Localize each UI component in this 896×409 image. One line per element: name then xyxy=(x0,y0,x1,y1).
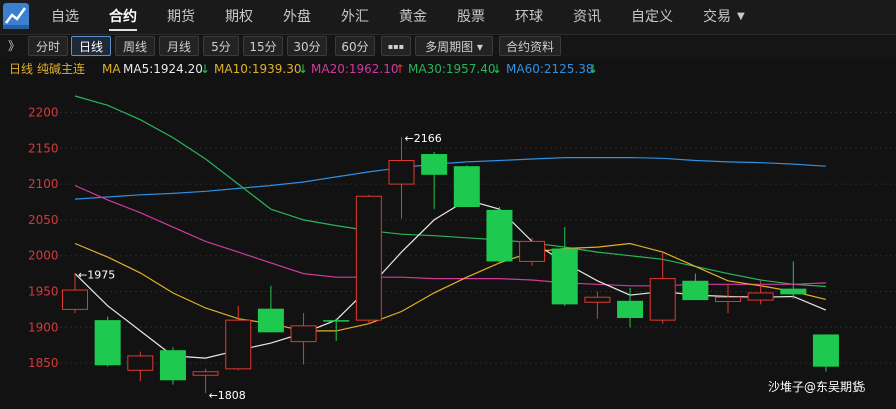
nav-item-gold[interactable]: 黄金 xyxy=(399,0,427,34)
15min-button[interactable]: 15分 xyxy=(243,36,283,56)
nav-item-global[interactable]: 环球 xyxy=(515,0,543,34)
nav-item-watchlist[interactable]: 自选 xyxy=(51,0,79,34)
candle-body-up xyxy=(388,159,415,185)
nav-item-stocks[interactable]: 股票 xyxy=(457,0,485,34)
period-toolbar: 》 分时 日线 周线 月线 5分 15分 30分 60分 ▪▪▪ 多周期图 ▾ … xyxy=(0,35,896,59)
nav-item-futures[interactable]: 期货 xyxy=(167,0,195,34)
intraday-button[interactable]: 分时 xyxy=(28,36,68,56)
candle-body-down xyxy=(159,350,186,381)
candlestick-chart[interactable]: 2200 2150 2100 2050 2000 1950 1900 1850 ←2166 ←18… xyxy=(0,80,896,409)
dropdown-arrow-icon: ▾ xyxy=(476,40,483,54)
candle-body-down xyxy=(453,166,480,208)
monthly-button[interactable]: 月线 xyxy=(159,36,199,56)
60min-button[interactable]: 60分 xyxy=(335,36,375,56)
30min-button[interactable]: 30分 xyxy=(287,36,327,56)
contract-name: 纯碱主连 xyxy=(37,62,86,76)
ma-legend: 日线 纯碱主连 MA MA5:1924.20 ↓ MA10:1939.30 ↓ … xyxy=(0,60,896,78)
ma60-value: MA60:2125.38 xyxy=(506,62,594,76)
watermark-tail: 15 xyxy=(852,382,866,395)
weekly-button[interactable]: 周线 xyxy=(115,36,155,56)
candle-body-down xyxy=(812,334,839,367)
candle-body-down xyxy=(94,320,121,366)
nav-item-custom[interactable]: 自定义 xyxy=(631,0,673,34)
y-tick-label: 2050 xyxy=(28,213,59,227)
5min-button[interactable]: 5分 xyxy=(203,36,239,56)
ma60-line xyxy=(74,156,826,200)
candle-body-up xyxy=(192,371,219,376)
contract-info-button[interactable]: 合约资料 xyxy=(499,36,561,56)
candle-body-up xyxy=(127,355,154,371)
high-annotation: ←2166 xyxy=(405,132,442,145)
candle-body-up xyxy=(225,319,252,370)
collapse-sidebar-icon[interactable]: 》 xyxy=(8,37,26,57)
daily-button[interactable]: 日线 xyxy=(71,36,111,56)
low-annotation: ←1808 xyxy=(209,389,246,402)
watermark-text: 沙堆子@东吴期货 xyxy=(768,380,865,394)
candle-body-down xyxy=(682,280,709,301)
candle-body-down xyxy=(486,209,513,262)
candle-body-down xyxy=(551,248,578,305)
candle-body-up xyxy=(747,292,774,301)
ma20-trend-icon: ↑ xyxy=(395,62,406,76)
multi-period-chart-button[interactable]: 多周期图 ▾ xyxy=(415,36,493,56)
ma10-trend-icon: ↓ xyxy=(298,62,309,76)
ma5-value: MA5:1924.20 xyxy=(123,62,203,76)
period-label: 日线 xyxy=(9,62,34,76)
chevron-down-icon[interactable]: ▼ xyxy=(737,0,745,34)
nav-item-news[interactable]: 资讯 xyxy=(573,0,601,34)
ma10-line xyxy=(74,242,827,332)
candle-body-up xyxy=(584,296,611,303)
ma30-trend-icon: ↓ xyxy=(492,62,503,76)
nav-item-trade[interactable]: 交易 xyxy=(703,0,731,34)
ma60-trend-icon: ↓ xyxy=(588,62,599,76)
candle-body-down xyxy=(323,320,350,322)
candle-body-up xyxy=(62,289,88,310)
candle-body-up xyxy=(715,296,741,303)
y-tick-label: 1850 xyxy=(28,356,59,370)
y-tick-label: 2150 xyxy=(28,141,59,155)
candle-body-up xyxy=(649,278,676,321)
more-periods-button[interactable]: ▪▪▪ xyxy=(381,36,411,56)
y-tick-label: 1950 xyxy=(28,285,59,299)
nav-item-overseas[interactable]: 外盘 xyxy=(283,0,311,34)
candle-body-up xyxy=(519,240,546,262)
ma30-value: MA30:1957.40 xyxy=(408,62,496,76)
multi-period-label: 多周期图 xyxy=(425,40,474,54)
candle-body-down xyxy=(617,300,644,318)
y-tick-label: 2200 xyxy=(28,106,59,120)
nav-item-contract[interactable]: 合约 xyxy=(109,0,137,34)
candle-body-down xyxy=(257,308,284,333)
ma5-trend-icon: ↓ xyxy=(200,62,211,76)
candle-body-down xyxy=(421,154,448,175)
nav-item-forex[interactable]: 外汇 xyxy=(341,0,369,34)
ma20-value: MA20:1962.10 xyxy=(311,62,399,76)
top-navigation: 自选 合约 期货 期权 外盘 外汇 黄金 股票 环球 资讯 自定义 交易 ▼ xyxy=(0,0,896,35)
start-annotation: ←1975 xyxy=(78,269,115,282)
app-logo-icon[interactable] xyxy=(3,3,29,29)
y-tick-label: 1900 xyxy=(28,320,59,334)
candle-body-up xyxy=(355,195,382,321)
y-tick-label: 2100 xyxy=(28,177,59,191)
y-tick-label: 2000 xyxy=(28,249,59,263)
ma30-line xyxy=(74,95,826,288)
candle-body-up xyxy=(290,325,317,343)
ma10-value: MA10:1939.30 xyxy=(214,62,302,76)
candle-body-down xyxy=(780,288,807,295)
nav-item-options[interactable]: 期权 xyxy=(225,0,253,34)
ma-label: MA xyxy=(102,62,121,76)
